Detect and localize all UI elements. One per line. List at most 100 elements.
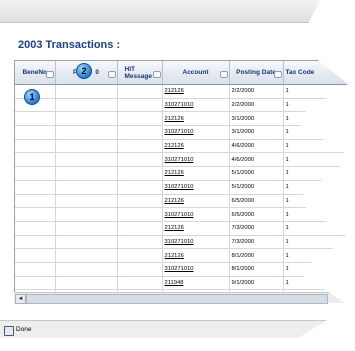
- account-cell[interactable]: 310271010: [162, 98, 230, 113]
- table-row[interactable]: 310271010 5/1/2000 1: [15, 180, 352, 195]
- table-cell-empty[interactable]: [117, 207, 163, 222]
- table-cell-empty[interactable]: [15, 276, 56, 291]
- table-cell-empty[interactable]: [55, 221, 118, 236]
- table-cell-empty[interactable]: [117, 84, 163, 99]
- table-row[interactable]: 212126 8/1/2000 1: [15, 248, 352, 263]
- table-cell-empty[interactable]: [15, 139, 56, 154]
- table-cell-empty[interactable]: [117, 98, 163, 113]
- account-link[interactable]: 310271010: [165, 266, 194, 272]
- account-cell[interactable]: 212126: [162, 84, 230, 99]
- table-row[interactable]: 212126 6/5/2000 1: [15, 194, 352, 209]
- account-cell[interactable]: 310271010: [162, 207, 230, 222]
- table-cell-empty[interactable]: [15, 262, 56, 277]
- column-header-account[interactable]: Account: [162, 61, 230, 85]
- table-cell-empty[interactable]: [55, 180, 118, 195]
- account-cell[interactable]: 310271010: [162, 125, 230, 140]
- table-row[interactable]: 310271010 4/6/2000 1: [15, 152, 352, 168]
- account-cell[interactable]: 310271010: [162, 180, 230, 195]
- table-row[interactable]: 212126 5/1/2000 1: [15, 166, 352, 181]
- account-cell[interactable]: 310271010: [162, 262, 230, 277]
- column-header-hit-message[interactable]: HIT Message: [117, 61, 163, 85]
- scroll-thumb[interactable]: [26, 294, 328, 304]
- table-row[interactable]: 211948 9/1/2000 1: [15, 276, 352, 291]
- table-cell-empty[interactable]: [55, 235, 118, 250]
- table-cell-empty[interactable]: [55, 139, 118, 154]
- sort-icon[interactable]: [219, 71, 228, 78]
- account-link[interactable]: 212126: [165, 143, 184, 149]
- table-row[interactable]: 310271010 3/1/2000 1: [15, 125, 352, 140]
- table-cell-empty[interactable]: [117, 125, 163, 140]
- account-cell[interactable]: 310271010: [162, 235, 230, 250]
- table-cell-empty[interactable]: [117, 139, 163, 154]
- table-cell-empty[interactable]: [15, 152, 56, 168]
- account-link[interactable]: 310271010: [165, 102, 194, 108]
- account-link[interactable]: 310271010: [165, 212, 194, 218]
- table-cell-empty[interactable]: [117, 262, 163, 277]
- scroll-left-icon[interactable]: ◄: [15, 294, 26, 304]
- sort-icon[interactable]: [273, 71, 282, 78]
- account-link[interactable]: 212126: [165, 253, 184, 259]
- table-cell-empty[interactable]: [15, 180, 56, 195]
- table-cell-empty[interactable]: [117, 248, 163, 263]
- table-cell-empty[interactable]: [15, 248, 56, 263]
- table-cell-empty[interactable]: [117, 221, 163, 236]
- table-row[interactable]: 310271010 8/1/2000 1: [15, 262, 352, 277]
- table-cell-empty[interactable]: [55, 207, 118, 222]
- account-link[interactable]: 212126: [165, 88, 184, 94]
- table-cell-empty[interactable]: [55, 98, 118, 113]
- table-cell-empty[interactable]: [55, 111, 118, 127]
- sort-icon[interactable]: [45, 71, 54, 78]
- table-cell-empty[interactable]: [15, 166, 56, 181]
- sort-icon[interactable]: [107, 71, 116, 78]
- table-row[interactable]: 310271010 2/2/2000 1: [15, 98, 352, 113]
- table-cell-empty[interactable]: [15, 235, 56, 250]
- table-cell-empty[interactable]: [15, 207, 56, 222]
- table-cell-empty[interactable]: [55, 152, 118, 168]
- account-link[interactable]: 212126: [165, 198, 184, 204]
- table-cell-empty[interactable]: [117, 194, 163, 209]
- table-cell-empty[interactable]: [117, 235, 163, 250]
- table-cell-empty[interactable]: [117, 111, 163, 127]
- horizontal-scrollbar[interactable]: ◄: [14, 292, 352, 304]
- table-cell-empty[interactable]: [117, 166, 163, 181]
- table-row[interactable]: 310271010 6/5/2000 1: [15, 207, 352, 222]
- column-header-tax-code[interactable]: Tax Code: [283, 61, 352, 85]
- account-link[interactable]: 310271010: [165, 239, 194, 245]
- account-link[interactable]: 212126: [165, 116, 184, 122]
- table-row[interactable]: 310271010 7/3/2000 1: [15, 235, 352, 250]
- column-header-posting-date[interactable]: Posting Date: [229, 61, 284, 85]
- table-cell-empty[interactable]: [55, 84, 118, 99]
- account-cell[interactable]: 212126: [162, 221, 230, 236]
- table-cell-empty[interactable]: [117, 276, 163, 291]
- account-link[interactable]: 310271010: [165, 157, 194, 163]
- table-cell-empty[interactable]: [15, 194, 56, 209]
- table-row[interactable]: 212126 3/1/2000 1: [15, 111, 352, 127]
- table-row[interactable]: 212126 4/6/2000 1: [15, 139, 352, 154]
- account-link[interactable]: 212126: [165, 170, 184, 176]
- table-row[interactable]: 212126 7/3/2000 1: [15, 221, 352, 236]
- account-link[interactable]: 310271010: [165, 184, 194, 190]
- table-cell-empty[interactable]: [117, 180, 163, 195]
- account-link[interactable]: 212126: [165, 225, 184, 231]
- table-cell-empty[interactable]: [55, 262, 118, 277]
- table-cell-empty[interactable]: [55, 125, 118, 140]
- account-cell[interactable]: 310271010: [162, 152, 230, 168]
- account-cell[interactable]: 212126: [162, 111, 230, 127]
- table-cell-empty[interactable]: [15, 125, 56, 140]
- account-cell[interactable]: 212126: [162, 248, 230, 263]
- account-link[interactable]: 310271010: [165, 129, 194, 135]
- account-cell[interactable]: 212126: [162, 139, 230, 154]
- table-cell-empty[interactable]: [55, 248, 118, 263]
- account-cell[interactable]: 212126: [162, 194, 230, 209]
- account-cell[interactable]: 211948: [162, 276, 230, 291]
- table-cell-empty[interactable]: [15, 111, 56, 127]
- account-cell[interactable]: 212126: [162, 166, 230, 181]
- table-cell-empty[interactable]: [55, 276, 118, 291]
- table-cell-empty[interactable]: [15, 221, 56, 236]
- account-link[interactable]: 211948: [165, 280, 184, 286]
- table-cell-empty[interactable]: [55, 194, 118, 209]
- table-row[interactable]: 212126 2/2/2000 1: [15, 84, 352, 99]
- sort-icon[interactable]: [152, 71, 161, 78]
- table-cell-empty[interactable]: [117, 152, 163, 168]
- table-cell-empty[interactable]: [55, 166, 118, 181]
